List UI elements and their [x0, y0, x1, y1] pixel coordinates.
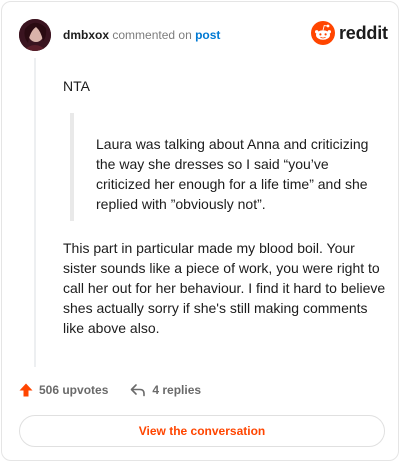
reddit-snoo-icon [311, 21, 335, 45]
quote-text: Laura was talking about Anna and critici… [96, 136, 369, 212]
reddit-logo[interactable]: reddit [311, 21, 388, 45]
post-link[interactable]: post [195, 28, 220, 42]
view-conversation-button[interactable]: View the conversation [19, 415, 385, 447]
thread-line [34, 58, 36, 367]
comment-body: This part in particular made my blood bo… [63, 240, 386, 336]
comment-header: dmbxox commented on post [63, 28, 220, 42]
upvote-arrow-icon [19, 383, 33, 397]
username-link[interactable]: dmbxox [63, 28, 109, 42]
reply-arrow-icon [131, 384, 146, 397]
comment-first-line: NTA [63, 78, 90, 94]
replies-label: 4 replies [152, 383, 202, 397]
upvotes-label: 506 upvotes [39, 383, 109, 397]
comment-actions: 506 upvotes 4 replies [19, 380, 201, 400]
reddit-wordmark: reddit [339, 22, 388, 43]
avatar-image [19, 19, 51, 51]
upvotes-button[interactable]: 506 upvotes [19, 383, 108, 397]
replies-button[interactable]: 4 replies [130, 383, 201, 397]
blockquote: Laura was talking about Anna and critici… [70, 113, 370, 221]
commented-label: commented on [112, 28, 192, 42]
avatar[interactable] [19, 19, 51, 51]
embedded-comment-card: dmbxox commented on post reddit NTA Laur… [1, 1, 399, 461]
